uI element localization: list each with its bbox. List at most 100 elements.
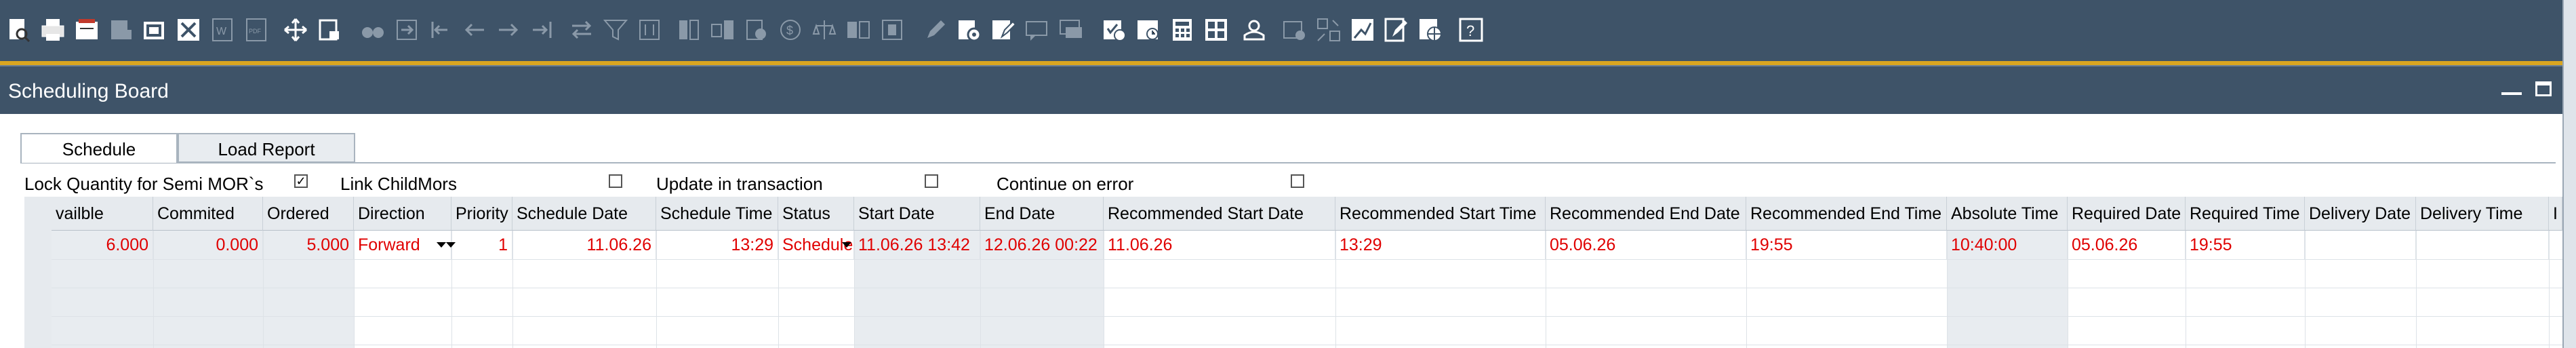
queries-icon[interactable] (1203, 16, 1230, 43)
send-icon (107, 16, 134, 43)
print-icon[interactable] (39, 16, 66, 43)
column-header-absolute-time[interactable]: Absolute Time (1947, 197, 2068, 231)
column-header-schedule-time[interactable]: Schedule Time (656, 197, 778, 231)
gross-profit-icon (845, 16, 872, 43)
lock-screen-icon (1281, 16, 1308, 43)
scheduling-board-window: { "toolbar": { "icons": ["find-icon","pr… (0, 0, 2576, 348)
previous-record-icon (461, 16, 488, 43)
column-header-required-time[interactable]: Required Time (2186, 197, 2305, 231)
pdf-export-icon: PDF (243, 16, 270, 43)
minimize-button[interactable] (2501, 92, 2522, 95)
tab-schedule-label: Schedule (62, 139, 136, 159)
status-dropdown-arrow-icon[interactable] (842, 242, 851, 248)
help-icon[interactable]: ? (1457, 16, 1485, 43)
drag-icon (1315, 16, 1342, 43)
column-header-rec-end-date[interactable]: Recommended End Date (1546, 197, 1746, 231)
first-record-icon (427, 16, 454, 43)
print-preview-icon[interactable] (73, 16, 100, 43)
window-title: Scheduling Board (8, 80, 169, 102)
user-icon[interactable] (1241, 16, 1268, 43)
lock-quantity-checkbox[interactable]: ✓ (294, 174, 308, 188)
schedule-grid: vailble Commited Ordered Direction Prior… (24, 197, 2562, 348)
calendar-icon[interactable] (1101, 16, 1128, 43)
column-header-rec-start-date[interactable]: Recommended Start Date (1104, 197, 1335, 231)
cell-required-date[interactable]: 05.06.26 (2068, 231, 2186, 259)
cell-rec-start-time[interactable]: 13:29 (1335, 231, 1546, 259)
window-titlebar: Scheduling Board (0, 65, 2562, 114)
column-header-available[interactable]: vailble (52, 197, 153, 231)
next-record-icon (495, 16, 522, 43)
tab-schedule[interactable]: Schedule (20, 133, 178, 163)
column-divider (2549, 231, 2550, 348)
cell-rec-end-time[interactable]: 19:55 (1746, 231, 1947, 259)
find-icon[interactable] (5, 16, 33, 43)
cell-rec-end-date[interactable]: 05.06.26 (1546, 231, 1746, 259)
binoculars-icon (359, 16, 386, 43)
column-header-end-date[interactable]: End Date (980, 197, 1104, 231)
direction-dropdown-arrow-icon[interactable] (437, 242, 446, 248)
row-selector-header (24, 197, 52, 231)
cell-end-date[interactable]: 12.06.26 00:22 (980, 231, 1104, 259)
layout-designer-icon[interactable] (990, 16, 1017, 43)
import-icon (393, 16, 420, 43)
filter-icon (602, 16, 629, 43)
continue-on-error-checkbox[interactable] (1291, 174, 1304, 188)
cell-absolute-time[interactable]: 10:40:00 (1947, 231, 2068, 259)
sort-icon (636, 16, 663, 43)
lock-icon[interactable] (316, 16, 343, 43)
cell-available[interactable]: 6.000 (52, 231, 153, 259)
word-export-icon: W (209, 16, 236, 43)
settings-icon (675, 16, 702, 43)
link-childmors-checkbox[interactable] (609, 174, 622, 188)
column-header-truncated[interactable]: I (2549, 197, 2562, 231)
column-header-rec-end-time[interactable]: Recommended End Time (1746, 197, 1947, 231)
cell-rec-start-date[interactable]: 11.06.26 (1104, 231, 1335, 259)
cell-schedule-time[interactable]: 13:29 (656, 231, 778, 259)
edit-icon (922, 16, 949, 43)
update-in-transaction-checkbox[interactable] (925, 174, 938, 188)
alert-icon (1058, 16, 1085, 43)
column-header-delivery-time[interactable]: Delivery Time (2416, 197, 2549, 231)
cell-required-time[interactable]: 19:55 (2186, 231, 2305, 259)
cell-committed[interactable]: 0.000 (153, 231, 263, 259)
cell-ordered[interactable]: 5.000 (263, 231, 354, 259)
window-scrollbar[interactable] (2562, 0, 2576, 348)
cell-delivery-time[interactable] (2416, 231, 2549, 259)
form-settings-icon[interactable] (956, 16, 983, 43)
cell-delivery-date[interactable] (2305, 231, 2416, 259)
column-header-rec-start-time[interactable]: Recommended Start Time (1335, 197, 1546, 231)
tab-load-report-label: Load Report (218, 139, 315, 159)
web-icon[interactable] (1417, 16, 1444, 43)
column-header-start-date[interactable]: Start Date (854, 197, 980, 231)
clock-icon[interactable] (1135, 16, 1162, 43)
lock-quantity-check-mark: ✓ (296, 174, 306, 188)
message-icon (1024, 16, 1051, 43)
column-header-status[interactable]: Status (778, 197, 854, 231)
copy-icon[interactable] (141, 16, 168, 43)
row-selector-column[interactable] (24, 231, 52, 348)
cell-schedule-date[interactable]: 11.06.26 (512, 231, 656, 259)
column-header-ordered[interactable]: Ordered (263, 197, 354, 231)
chart-icon[interactable] (1349, 16, 1376, 43)
edit-form-icon[interactable] (1383, 16, 1410, 43)
svg-text:?: ? (1466, 22, 1474, 39)
cell-start-date[interactable]: 11.06.26 13:42 (854, 231, 980, 259)
base-document-icon (743, 16, 770, 43)
main-toolbar: W PDF $ ? (0, 0, 2562, 61)
column-header-required-date[interactable]: Required Date (2068, 197, 2186, 231)
column-header-direction[interactable]: Direction (354, 197, 451, 231)
column-header-committed[interactable]: Commited (153, 197, 263, 231)
tab-load-report[interactable]: Load Report (178, 133, 355, 163)
move-icon[interactable] (282, 16, 309, 43)
calculator-icon[interactable] (1169, 16, 1196, 43)
currency-icon: $ (777, 16, 804, 43)
column-header-delivery-date[interactable]: Delivery Date (2305, 197, 2416, 231)
excel-export-icon[interactable] (175, 16, 202, 43)
column-header-priority[interactable]: Priority (451, 197, 512, 231)
tab-panel-border (20, 162, 2556, 163)
update-in-transaction-label: Update in transaction (656, 174, 823, 194)
column-header-schedule-date[interactable]: Schedule Date (512, 197, 656, 231)
cell-priority[interactable]: 1 (451, 231, 512, 259)
continue-on-error-label: Continue on error (997, 174, 1134, 194)
maximize-button[interactable] (2535, 81, 2552, 96)
